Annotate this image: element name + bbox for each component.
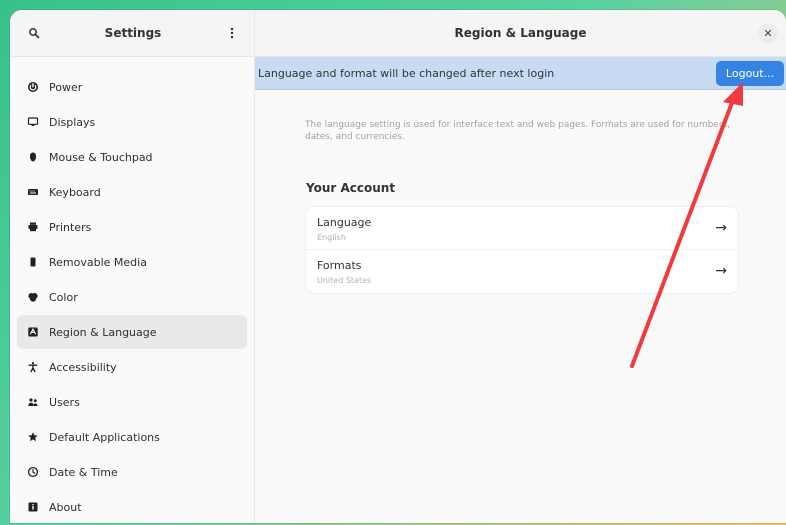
main-panel: Region & Language ✕ Language and format … — [255, 10, 786, 523]
info-icon — [27, 501, 39, 513]
sidebar-item-label: Date & Time — [49, 465, 118, 479]
color-icon — [27, 291, 39, 303]
region-icon — [27, 326, 39, 338]
sidebar: Settings Power Displays Mouse & Touchpad… — [10, 10, 255, 523]
sidebar-item-label: Keyboard — [49, 185, 101, 199]
description-text: The language setting is used for interfa… — [305, 120, 731, 142]
media-icon — [27, 256, 39, 268]
users-icon — [27, 396, 39, 408]
printer-icon — [27, 221, 39, 233]
sidebar-item-label: Power — [49, 80, 83, 94]
sidebar-item-about[interactable]: About — [17, 490, 247, 523]
sidebar-item-printers[interactable]: Printers — [17, 210, 247, 244]
mouse-icon — [27, 151, 39, 163]
page-title: Region & Language — [454, 26, 587, 40]
arrow-right-icon: → — [715, 263, 727, 279]
sidebar-item-label: Users — [49, 395, 80, 409]
close-icon: ✕ — [763, 26, 773, 40]
row-title: Language — [317, 216, 372, 229]
sidebar-item-label: Region & Language — [49, 325, 157, 339]
sidebar-item-label: Accessibility — [49, 360, 117, 374]
logout-button[interactable]: Logout... — [716, 61, 784, 86]
sidebar-item-displays[interactable]: Displays — [17, 105, 247, 139]
sidebar-item-date-time[interactable]: Date & Time — [17, 455, 247, 489]
star-icon — [27, 431, 39, 443]
sidebar-item-keyboard[interactable]: Keyboard — [17, 175, 247, 209]
sidebar-item-label: Printers — [49, 220, 92, 234]
sidebar-list: Power Displays Mouse & Touchpad Keyboard… — [10, 57, 254, 523]
main-header: Region & Language ✕ — [255, 10, 786, 57]
sidebar-item-power[interactable]: Power — [17, 70, 247, 104]
close-button[interactable]: ✕ — [758, 23, 778, 43]
settings-window: Settings Power Displays Mouse & Touchpad… — [10, 10, 786, 523]
sidebar-item-removable-media[interactable]: Removable Media — [17, 245, 247, 279]
sidebar-item-label: Mouse & Touchpad — [49, 150, 153, 164]
account-card: Language English → Formats United States… — [306, 207, 738, 293]
clock-icon — [27, 466, 39, 478]
accessibility-icon — [27, 361, 39, 373]
power-icon — [27, 81, 39, 93]
row-value: United States — [317, 276, 372, 285]
search-icon[interactable] — [26, 25, 42, 41]
sidebar-title: Settings — [104, 26, 162, 40]
keyboard-icon — [27, 186, 39, 198]
sidebar-item-accessibility[interactable]: Accessibility — [17, 350, 247, 384]
sidebar-item-label: Color — [49, 290, 78, 304]
formats-row[interactable]: Formats United States → — [306, 250, 738, 293]
row-value: English — [317, 233, 346, 242]
sidebar-item-label: Removable Media — [49, 255, 147, 269]
section-title: Your Account — [306, 181, 396, 195]
arrow-right-icon: → — [715, 220, 727, 236]
sidebar-item-default-applications[interactable]: Default Applications — [17, 420, 247, 454]
sidebar-item-label: Displays — [49, 115, 96, 129]
sidebar-item-color[interactable]: Color — [17, 280, 247, 314]
language-row[interactable]: Language English → — [306, 207, 738, 250]
sidebar-item-region-language[interactable]: Region & Language — [17, 315, 247, 349]
sidebar-item-mouse-touchpad[interactable]: Mouse & Touchpad — [17, 140, 247, 174]
sidebar-item-users[interactable]: Users — [17, 385, 247, 419]
kebab-menu-icon[interactable] — [224, 25, 240, 41]
display-icon — [27, 116, 39, 128]
login-banner: Language and format will be changed afte… — [255, 57, 786, 90]
sidebar-item-label: Default Applications — [49, 430, 160, 444]
sidebar-header: Settings — [10, 10, 254, 57]
row-title: Formats — [317, 259, 362, 272]
banner-text: Language and format will be changed afte… — [258, 66, 555, 80]
sidebar-item-label: About — [49, 500, 82, 514]
